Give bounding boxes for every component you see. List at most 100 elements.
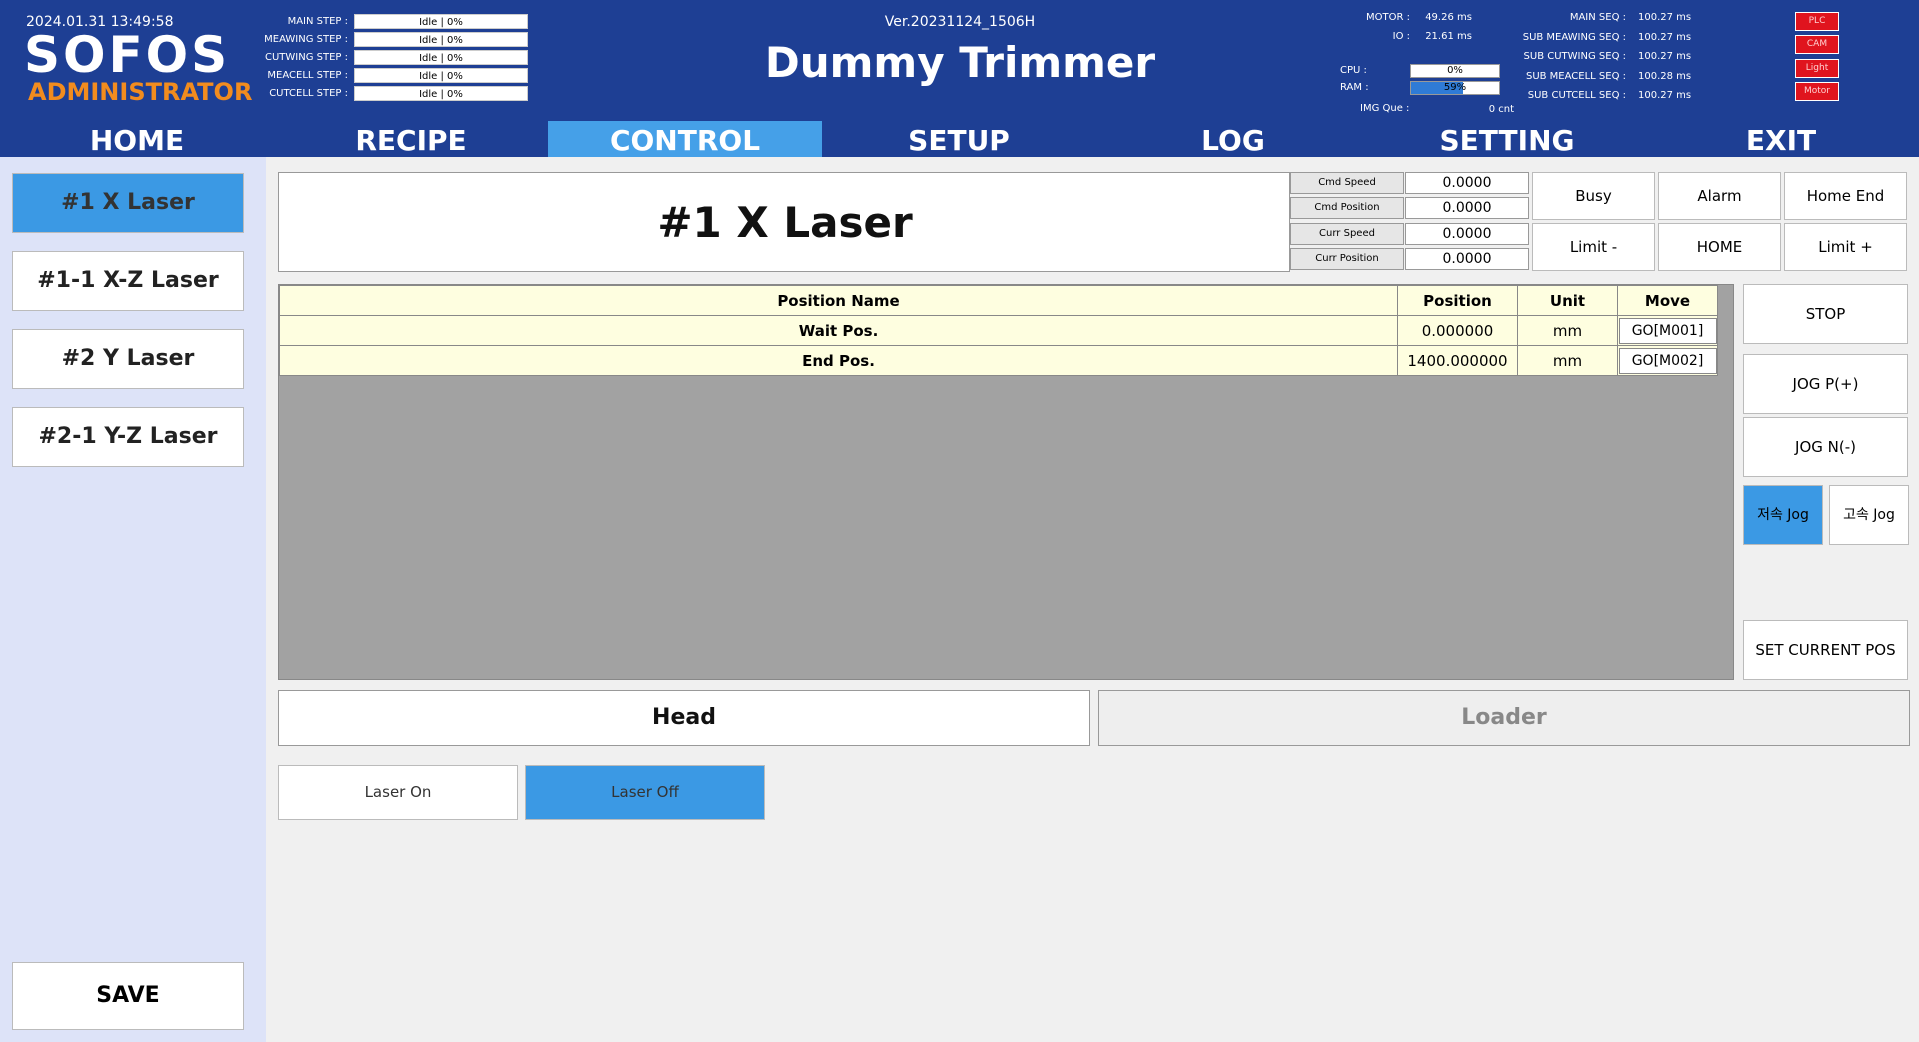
seq-value: 100.27 ms xyxy=(1638,51,1692,62)
step-row: MEACELL STEP : Idle | 0% xyxy=(240,66,540,84)
motor-stat: MOTOR : 49.26 ms xyxy=(1340,12,1472,23)
step-label: MAIN STEP : xyxy=(287,15,348,27)
set-current-pos-button[interactable]: SET CURRENT POS xyxy=(1743,620,1908,680)
motor-value: 49.26 ms xyxy=(1425,12,1472,23)
curr-speed-value: 0.0000 xyxy=(1405,223,1529,245)
step-value: Idle | 0% xyxy=(354,31,528,47)
nav-log[interactable]: LOG xyxy=(1096,121,1370,157)
alarm-status: Alarm xyxy=(1658,172,1781,220)
ram-meter: 59% xyxy=(1410,81,1500,95)
io-label: IO : xyxy=(1392,31,1410,42)
position-table: Position Name Position Unit Move Wait Po… xyxy=(279,285,1718,376)
io-value: 21.61 ms xyxy=(1425,31,1472,42)
save-button[interactable]: SAVE xyxy=(12,962,244,1030)
position-name-cell: End Pos. xyxy=(279,345,1398,376)
seq-row: SUB MEACELL SEQ : 100.28 ms xyxy=(1500,71,1720,82)
io-stat: IO : 21.61 ms xyxy=(1340,31,1472,42)
motor-label: MOTOR : xyxy=(1366,12,1410,23)
seq-label: SUB MEACELL SEQ : xyxy=(1525,71,1626,82)
step-label: CUTCELL STEP : xyxy=(269,87,348,99)
ram-value: 59% xyxy=(1443,82,1467,93)
column-header: Move xyxy=(1617,285,1718,316)
main-nav: HOME RECIPE CONTROL SETUP LOG SETTING EX… xyxy=(0,121,1919,157)
cpu-label: CPU : xyxy=(1340,65,1367,76)
seq-value: 100.27 ms xyxy=(1638,12,1692,23)
version-label: Ver.20231124_1506H xyxy=(884,14,1036,30)
axis-title-box: #1 X Laser xyxy=(278,172,1290,272)
cam-indicator: CAM xyxy=(1795,35,1839,54)
table-row: End Pos. 1400.000000 mm GO[M002] xyxy=(279,345,1718,376)
step-value: Idle | 0% xyxy=(354,85,528,101)
app-title: Dummy Trimmer xyxy=(764,38,1156,87)
laser-on-button[interactable]: Laser On xyxy=(278,765,518,820)
nav-recipe[interactable]: RECIPE xyxy=(274,121,548,157)
axis-title: #1 X Laser xyxy=(657,198,913,247)
step-row: MAIN STEP : Idle | 0% xyxy=(240,12,540,30)
busy-status: Busy xyxy=(1532,172,1655,220)
ram-label: RAM : xyxy=(1340,82,1369,93)
sidebar-item-yz-laser[interactable]: #2-1 Y-Z Laser xyxy=(12,407,244,467)
home-end-status: Home End xyxy=(1784,172,1907,220)
limit-plus-status: Limit + xyxy=(1784,223,1907,271)
high-speed-jog-button[interactable]: 고속 Jog xyxy=(1829,485,1909,545)
laser-off-button[interactable]: Laser Off xyxy=(525,765,765,820)
position-table-panel: Position Name Position Unit Move Wait Po… xyxy=(278,284,1734,680)
position-value-cell[interactable]: 1400.000000 xyxy=(1397,345,1518,376)
sidebar-item-y-laser[interactable]: #2 Y Laser xyxy=(12,329,244,389)
unit-cell: mm xyxy=(1517,345,1618,376)
cpu-value: 0% xyxy=(1447,65,1463,76)
seq-row: MAIN SEQ : 100.27 ms xyxy=(1500,12,1720,23)
nav-exit[interactable]: EXIT xyxy=(1644,121,1918,157)
seq-label: MAIN SEQ : xyxy=(1569,12,1626,23)
column-header: Position Name xyxy=(279,285,1398,316)
img-que-value: 0 cnt xyxy=(1488,104,1514,115)
seq-value: 100.27 ms xyxy=(1638,32,1692,43)
seq-value: 100.27 ms xyxy=(1638,90,1692,101)
nav-home[interactable]: HOME xyxy=(0,121,274,157)
column-header: Position xyxy=(1397,285,1518,316)
step-value: Idle | 0% xyxy=(354,49,528,65)
curr-position-value: 0.0000 xyxy=(1405,248,1529,270)
user-role-label: ADMINISTRATOR xyxy=(28,78,253,106)
unit-cell: mm xyxy=(1517,315,1618,346)
sidebar-item-xz-laser[interactable]: #1-1 X-Z Laser xyxy=(12,251,244,311)
column-header: Unit xyxy=(1517,285,1618,316)
tab-loader[interactable]: Loader xyxy=(1098,690,1910,746)
seq-label: SUB CUTWING SEQ : xyxy=(1523,51,1626,62)
tab-head[interactable]: Head xyxy=(278,690,1090,746)
table-header-row: Position Name Position Unit Move xyxy=(279,285,1718,316)
motor-indicator: Motor xyxy=(1795,82,1839,101)
go-button[interactable]: GO[M001] xyxy=(1618,317,1717,344)
step-value: Idle | 0% xyxy=(354,67,528,83)
step-row: CUTCELL STEP : Idle | 0% xyxy=(240,84,540,102)
header-bar: 2024.01.31 13:49:58 SOFOS ADMINISTRATOR … xyxy=(0,0,1919,157)
axis-sidebar: #1 X Laser #1-1 X-Z Laser #2 Y Laser #2-… xyxy=(0,157,266,1042)
seq-value: 100.28 ms xyxy=(1638,71,1692,82)
home-button[interactable]: HOME xyxy=(1658,223,1781,271)
limit-minus-status: Limit - xyxy=(1532,223,1655,271)
sidebar-item-x-laser[interactable]: #1 X Laser xyxy=(12,173,244,233)
cmd-position-value: 0.0000 xyxy=(1405,197,1529,219)
light-indicator: Light xyxy=(1795,59,1839,78)
position-name-cell: Wait Pos. xyxy=(279,315,1398,346)
nav-setup[interactable]: SETUP xyxy=(822,121,1096,157)
move-cell: GO[M001] xyxy=(1617,315,1718,346)
seq-row: SUB CUTCELL SEQ : 100.27 ms xyxy=(1500,90,1720,101)
position-value-cell[interactable]: 0.000000 xyxy=(1397,315,1518,346)
step-row: CUTWING STEP : Idle | 0% xyxy=(240,48,540,66)
cmd-speed-label: Cmd Speed xyxy=(1290,172,1404,194)
step-row: MEAWING STEP : Idle | 0% xyxy=(240,30,540,48)
stop-button[interactable]: STOP xyxy=(1743,284,1908,344)
jog-plus-button[interactable]: JOG P(+) xyxy=(1743,354,1908,414)
step-value: Idle | 0% xyxy=(354,13,528,29)
nav-control[interactable]: CONTROL xyxy=(548,121,822,157)
nav-setting[interactable]: SETTING xyxy=(1370,121,1644,157)
seq-label: SUB MEAWING SEQ : xyxy=(1522,32,1626,43)
jog-minus-button[interactable]: JOG N(-) xyxy=(1743,417,1908,477)
step-label: CUTWING STEP : xyxy=(264,51,348,63)
low-speed-jog-button[interactable]: 저속 Jog xyxy=(1743,485,1823,545)
img-que-label: IMG Que : xyxy=(1360,103,1410,114)
cmd-position-label: Cmd Position xyxy=(1290,197,1404,219)
seq-row: SUB CUTWING SEQ : 100.27 ms xyxy=(1500,51,1720,62)
go-button[interactable]: GO[M002] xyxy=(1618,347,1717,374)
